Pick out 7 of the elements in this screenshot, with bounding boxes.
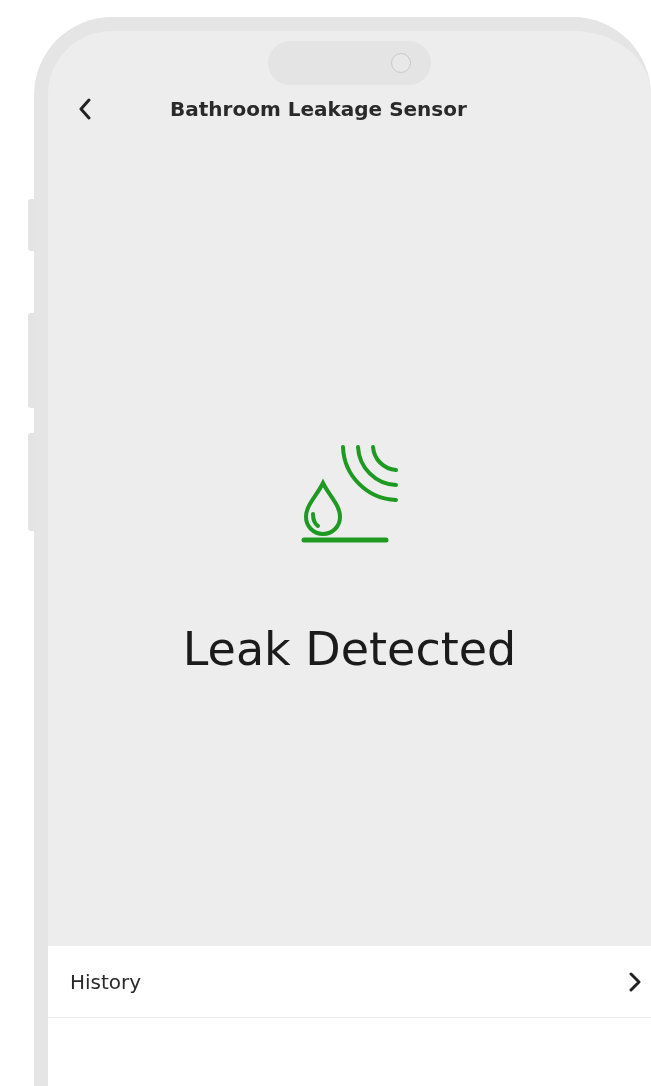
- menu-item[interactable]: History: [48, 946, 651, 1018]
- screen-title: Bathroom Leakage Sensor: [170, 96, 467, 123]
- status-text: Leak Detected: [182, 621, 517, 678]
- chevron-right-icon: [629, 971, 641, 992]
- water-leak-icon: [299, 445, 400, 545]
- back-icon[interactable]: [78, 98, 92, 120]
- camera-lens: [391, 53, 411, 73]
